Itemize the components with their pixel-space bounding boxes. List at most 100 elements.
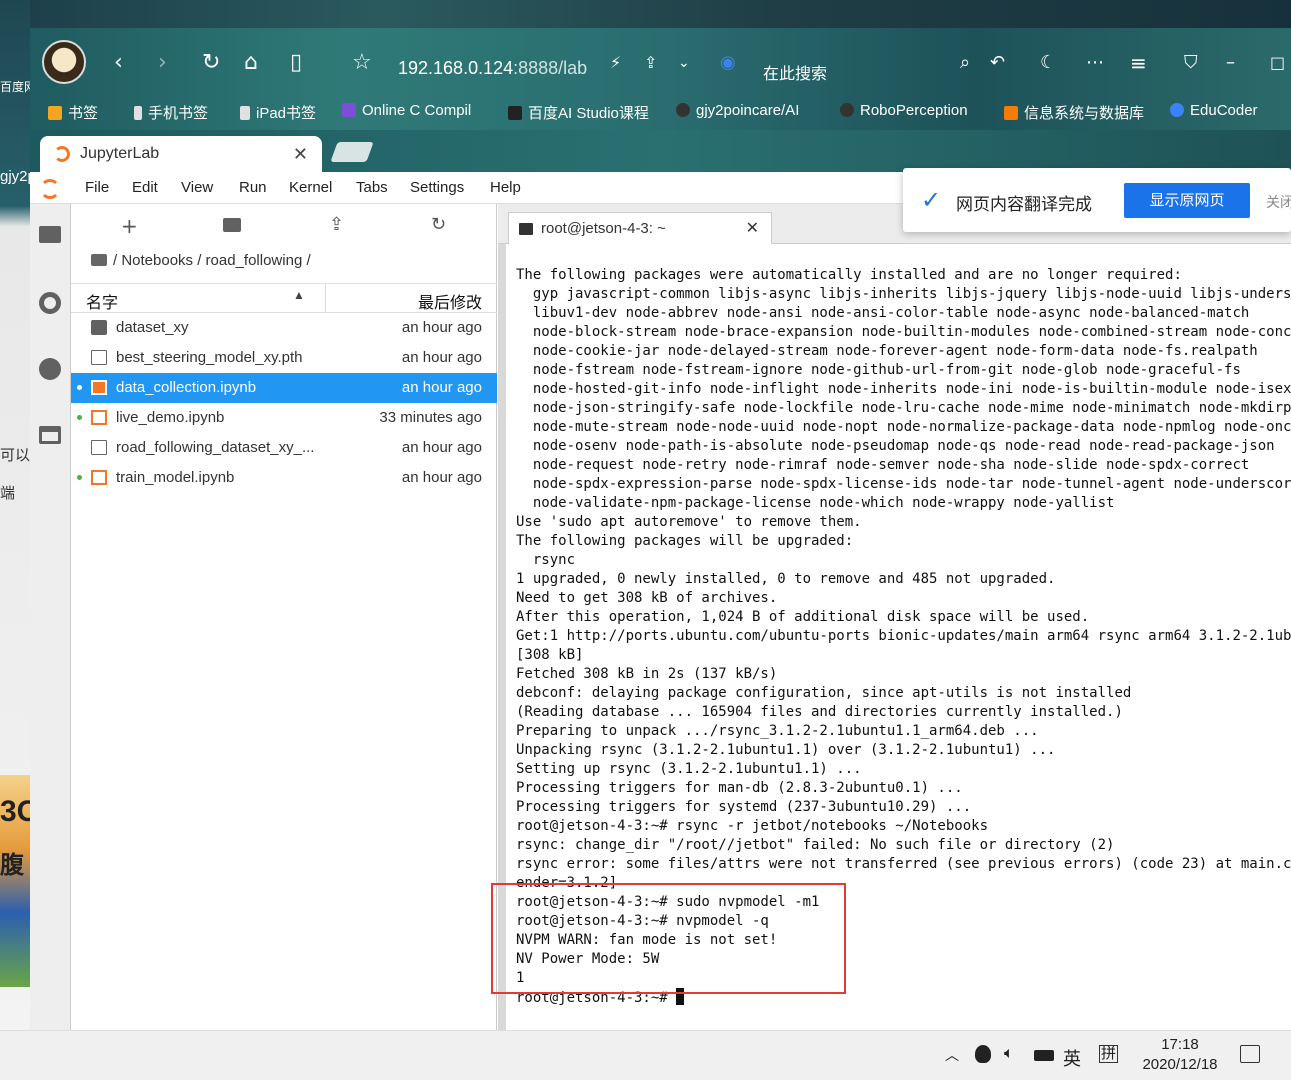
bookmark-label: 信息系统与数据库: [1024, 105, 1145, 122]
running-icon[interactable]: [39, 292, 61, 314]
menu-tabs[interactable]: Tabs: [356, 179, 388, 196]
game-ad-image: 3C 腹: [0, 775, 30, 987]
sort-ascending-icon[interactable]: ▲: [293, 288, 305, 302]
bookmark-item[interactable]: iPad书签: [240, 102, 316, 123]
file-row[interactable]: data_collection.ipynb an hour ago: [71, 373, 497, 403]
github-icon: [676, 103, 690, 117]
chevron-up-icon[interactable]: ︿: [945, 1045, 959, 1065]
terminal-line: Get:1 http://ports.ubuntu.com/ubuntu-por…: [516, 628, 1291, 644]
new-folder-icon[interactable]: [223, 218, 241, 232]
refresh-icon[interactable]: ↻: [202, 52, 220, 74]
new-tab-button[interactable]: [330, 142, 374, 162]
address-bar[interactable]: 192.168.0.124:8888/lab: [398, 58, 587, 79]
search-icon[interactable]: ⌕: [960, 52, 970, 74]
desktop-top-strip: [0, 0, 1291, 28]
browser-tab-jupyterlab[interactable]: JupyterLab ✕: [40, 136, 322, 172]
terminal-line: debconf: delaying package configuration,…: [516, 685, 1132, 701]
upload-icon[interactable]: ⇪: [329, 214, 344, 235]
ime-mode-indicator[interactable]: 拼: [1099, 1045, 1119, 1063]
file-row[interactable]: best_steering_model_xy.pth an hour ago: [71, 343, 497, 373]
user-avatar[interactable]: [42, 40, 86, 84]
notification-icon[interactable]: [1240, 1045, 1260, 1063]
bookmark-item[interactable]: 手机书签: [134, 102, 208, 123]
close-icon[interactable]: ✕: [293, 144, 308, 165]
search-engine-icon[interactable]: ◉: [720, 52, 736, 74]
terminal-line: Processing triggers for systemd (237-3ub…: [516, 799, 972, 815]
running-indicator-icon: [77, 415, 82, 420]
menu-settings[interactable]: Settings: [410, 179, 464, 196]
back-icon[interactable]: ‹: [114, 52, 123, 74]
bolt-icon[interactable]: ⚡: [610, 52, 621, 74]
night-mode-icon[interactable]: ☾: [1040, 52, 1056, 74]
bookmark-item[interactable]: gjy2poincare/AI: [676, 102, 799, 119]
palette-icon[interactable]: [39, 358, 61, 380]
bookmark-item[interactable]: 书签: [48, 102, 98, 123]
file-row[interactable]: live_demo.ipynb 33 minutes ago: [71, 403, 497, 433]
share-icon[interactable]: ⇪: [644, 52, 657, 74]
folder-icon: [91, 254, 107, 266]
bookmark-item[interactable]: RoboPerception: [840, 102, 968, 119]
tabs-icon[interactable]: [39, 426, 61, 444]
file-browser: + ⇪ ↻ / Notebooks / road_following / 名字 …: [71, 204, 497, 1030]
desktop-left-strip: 百度网 gjy2p 可以 端 3C 腹: [0, 0, 30, 1030]
terminal-line: rsync error: some files/attrs were not t…: [516, 856, 1291, 872]
folder-icon[interactable]: [39, 226, 61, 243]
bookmark-item[interactable]: Online C Compil: [342, 102, 471, 119]
file-row[interactable]: road_following_dataset_xy_... an hour ago: [71, 433, 497, 463]
terminal-line: rsync: [516, 552, 576, 568]
breadcrumb[interactable]: / Notebooks / road_following /: [91, 252, 311, 269]
terminal-line: node-block-stream node-brace-expansion n…: [516, 324, 1291, 340]
undo-icon[interactable]: ↶: [990, 52, 1005, 74]
more-icon[interactable]: ⋯: [1086, 52, 1104, 74]
menu-kernel[interactable]: Kernel: [289, 179, 332, 196]
file-list-header: 名字 ▲ 最后修改: [71, 283, 497, 313]
search-box[interactable]: 在此搜索: [763, 60, 827, 84]
menu-view[interactable]: View: [181, 179, 213, 196]
terminal-line: node-osenv node-path-is-absolute node-ps…: [516, 438, 1275, 454]
system-clock[interactable]: 17:18 2020/12/18: [1130, 1035, 1230, 1075]
refresh-button[interactable]: ↻: [431, 214, 446, 235]
favorite-star-icon[interactable]: ☆: [352, 52, 372, 74]
close-icon[interactable]: ✕: [746, 218, 759, 238]
translate-close-button[interactable]: 关闭: [1266, 192, 1291, 212]
bookmark-item[interactable]: 信息系统与数据库: [1004, 102, 1144, 123]
reader-icon[interactable]: ▯: [290, 52, 302, 74]
minimize-icon[interactable]: –: [1226, 52, 1235, 74]
chevron-down-icon[interactable]: ⌄: [678, 52, 690, 74]
qq-icon[interactable]: [975, 1045, 991, 1063]
browser-toolbar: ‹ › ↻ ⌂ ▯ ☆ 192.168.0.124:8888/lab ⚡ ⇪ ⌄…: [30, 28, 1291, 130]
terminal-line: Fetched 308 kB in 2s (137 kB/s): [516, 666, 778, 682]
home-icon[interactable]: ⌂: [244, 52, 258, 74]
terminal-line: [308 kB]: [516, 647, 584, 663]
jupyter-logo-icon: [54, 146, 70, 162]
file-modified: an hour ago: [401, 349, 482, 366]
menu-file[interactable]: File: [85, 179, 109, 196]
bookmark-item[interactable]: 百度AI Studio课程: [508, 102, 649, 123]
battery-icon[interactable]: [1034, 1050, 1054, 1061]
volume-icon[interactable]: 🔈︎: [1004, 1045, 1014, 1063]
terminal-line: 1 upgraded, 0 newly installed, 0 to remo…: [516, 571, 1056, 587]
file-modified: an hour ago: [401, 379, 482, 396]
file-row[interactable]: dataset_xy an hour ago: [71, 313, 497, 343]
new-launcher-button[interactable]: +: [121, 214, 138, 238]
terminal-line: Preparing to unpack .../rsync_3.1.2-2.1u…: [516, 723, 1039, 739]
menu-help[interactable]: Help: [490, 179, 521, 196]
menu-edit[interactable]: Edit: [132, 179, 158, 196]
file-list: dataset_xy an hour ago best_steering_model…: [71, 313, 497, 493]
forward-icon[interactable]: ›: [158, 52, 167, 74]
clock-time: 17:18: [1161, 1036, 1199, 1053]
column-last-modified[interactable]: 最后修改: [418, 289, 482, 313]
column-name[interactable]: 名字: [86, 289, 118, 313]
terminal-tab[interactable]: root@jetson-4-3: ~ ✕: [508, 212, 772, 244]
bookmark-item[interactable]: EduCoder: [1170, 102, 1258, 119]
menu-run[interactable]: Run: [239, 179, 267, 196]
menu-icon[interactable]: ≡: [1130, 52, 1147, 74]
skin-icon[interactable]: ⛉: [1184, 52, 1198, 74]
file-row[interactable]: train_model.ipynb an hour ago: [71, 463, 497, 493]
ime-language-indicator[interactable]: 英: [1063, 1045, 1081, 1071]
show-original-button[interactable]: 显示原网页: [1124, 183, 1250, 218]
notebook-icon: [91, 410, 107, 425]
maximize-icon[interactable]: □: [1270, 52, 1285, 74]
desktop-fragment: 腹: [0, 852, 24, 879]
terminal-line: gyp javascript-common libjs-async libjs-…: [516, 286, 1291, 302]
